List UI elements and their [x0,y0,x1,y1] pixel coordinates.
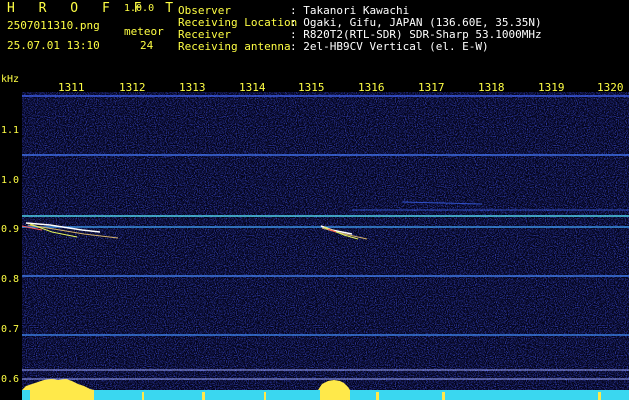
time-axis: kHz 1311 1312 1313 1314 1315 1316 1317 1… [0,68,629,94]
filename: 2507011310.png [7,19,100,32]
y-tick: 1.0 [1,175,20,186]
app-name: H R O F F T [7,1,182,16]
spectrogram-canvas [22,92,629,400]
datetime: 25.07.01 13:10 [7,39,100,52]
field-label-antenna: Receiving antenna [178,40,291,53]
y-tick: 0.7 [1,324,20,335]
field-value-antenna: : 2el-HB9CV Vertical (el. E-W) [290,40,489,53]
meteor-label: meteor [124,25,164,38]
y-tick: 1.1 [1,125,20,136]
frequency-axis: 1.1 1.0 0.9 0.8 0.7 0.6 [0,68,22,400]
app-version: 1.0.0 [124,3,155,14]
y-tick: 0.6 [1,374,20,385]
spectrogram [22,92,629,400]
meteor-count: 24 [140,39,154,52]
y-tick: 0.8 [1,274,20,285]
header-panel: H R O F F T 1.0.0 2507011310.png meteor … [0,0,629,68]
noise-texture [22,92,629,400]
y-tick: 0.9 [1,224,20,235]
